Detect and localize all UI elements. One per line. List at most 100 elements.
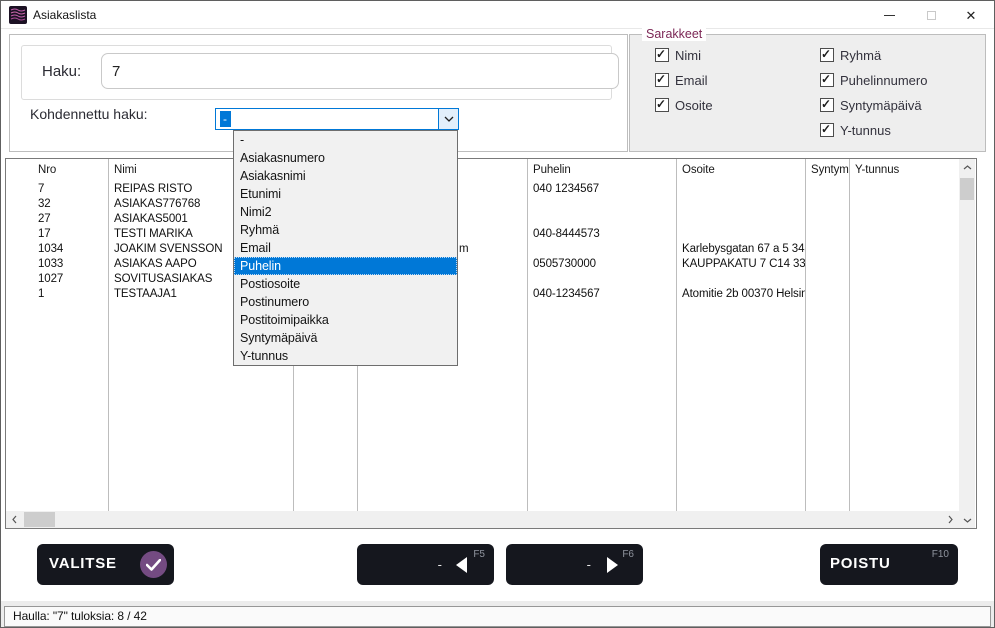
checkbox-y-tunnus[interactable]: ✓ (820, 123, 834, 137)
combobox-dropdown-button[interactable] (438, 109, 458, 129)
checkmark-icon: ✓ (821, 122, 831, 136)
scroll-up-icon[interactable] (959, 159, 975, 175)
vertical-scrollbar[interactable] (959, 159, 975, 528)
checkmark-icon: ✓ (656, 72, 666, 86)
dropdown-option[interactable]: Puhelin (234, 257, 457, 275)
targeted-search-combobox[interactable]: - (215, 108, 459, 130)
titlebar: Asiakaslista ✕ (1, 1, 994, 29)
cell-puhelin: 0505730000 (527, 257, 676, 272)
next-record-button[interactable]: - F6 (506, 544, 643, 585)
column-header[interactable]: Syntym (805, 159, 849, 182)
cell-osoite (676, 212, 805, 227)
scroll-down-icon[interactable] (959, 512, 975, 528)
app-window: Asiakaslista ✕ Haku: Kohdennettu haku: -… (0, 0, 995, 628)
close-button[interactable]: ✕ (956, 1, 986, 29)
scroll-right-icon[interactable] (942, 511, 958, 527)
search-input[interactable] (101, 53, 619, 89)
cell-nro: 32 (6, 197, 108, 212)
checkbox-puhelinnumero[interactable]: ✓ (820, 73, 834, 87)
minimize-button[interactable] (874, 1, 904, 29)
dropdown-option[interactable]: Postitoimipaikka (234, 311, 457, 329)
window-title: Asiakaslista (33, 8, 96, 22)
search-label: Haku: (42, 63, 81, 80)
column-divider (108, 159, 109, 511)
cell-syntym (805, 212, 849, 227)
table-row[interactable]: 1027SOVITUSASIAKAS (6, 272, 976, 287)
cell-nro: 27 (6, 212, 108, 227)
checkbox-label: Ryhmä (840, 48, 881, 63)
columns-panel: Sarakkeet ✓Nimi✓Email✓Osoite✓Ryhmä✓Puhel… (629, 34, 986, 152)
status-box: Haulla: "7" tuloksia: 8 / 42 (4, 606, 991, 627)
cell-osoite: Atomitie 2b 00370 Helsin (676, 287, 805, 302)
vertical-scrollbar-thumb[interactable] (960, 178, 974, 200)
column-divider (676, 159, 677, 511)
column-header[interactable]: Osoite (676, 159, 805, 182)
columns-panel-title: Sarakkeet (642, 27, 706, 41)
checkbox-syntymäpäivä[interactable]: ✓ (820, 98, 834, 112)
table-row[interactable]: 1TESTAAJA1040-1234567Atomitie 2b 00370 H… (6, 287, 976, 302)
cell-ytunnus (849, 242, 959, 257)
table-row[interactable]: 27ASIAKAS5001 (6, 212, 976, 227)
cell-syntym (805, 197, 849, 212)
horizontal-scrollbar-thumb[interactable] (24, 512, 55, 527)
checkmark-icon: ✓ (821, 72, 831, 86)
cell-osoite (676, 272, 805, 287)
column-header[interactable]: Y-tunnus (849, 159, 959, 182)
previous-record-label: - (438, 557, 442, 572)
combobox-selected-value: - (220, 111, 231, 127)
checkbox-label: Nimi (675, 48, 701, 63)
dropdown-option[interactable]: Postiosoite (234, 275, 457, 293)
previous-record-button[interactable]: - F5 (357, 544, 494, 585)
poistu-button[interactable]: POISTU F10 (820, 544, 958, 585)
footer-button-panel: VALITSE - F5 - F6 POISTU F10 (1, 529, 995, 601)
cell-ytunnus (849, 257, 959, 272)
checkbox-osoite[interactable]: ✓ (655, 98, 669, 112)
cell-puhelin: 040 1234567 (527, 182, 676, 197)
checkbox-email[interactable]: ✓ (655, 73, 669, 87)
checkbox-label: Osoite (675, 98, 713, 113)
column-divider (527, 159, 528, 511)
cell-osoite (676, 182, 805, 197)
valitse-button[interactable]: VALITSE (37, 544, 174, 585)
dropdown-option[interactable]: Asiakasnumero (234, 149, 457, 167)
column-divider (805, 159, 806, 511)
customer-table: NroNimiPuhelinOsoiteSyntymY-tunnus 7REIP… (5, 158, 977, 529)
status-text: Haulla: "7" tuloksia: 8 / 42 (13, 609, 147, 623)
column-header[interactable]: Nro (6, 159, 108, 182)
cell-ytunnus (849, 272, 959, 287)
status-bar: Haulla: "7" tuloksia: 8 / 42 (1, 601, 995, 628)
minimize-icon (884, 15, 895, 16)
table-row[interactable]: 32ASIAKAS776768 (6, 197, 976, 212)
table-header-row: NroNimiPuhelinOsoiteSyntymY-tunnus (6, 159, 976, 182)
checkmark-icon: ✓ (656, 47, 666, 61)
f5-key-hint: F5 (473, 549, 485, 560)
maximize-button[interactable] (916, 1, 946, 29)
dropdown-option[interactable]: Asiakasnimi (234, 167, 457, 185)
table-row[interactable]: 7REIPAS RISTO040 1234567 (6, 182, 976, 197)
cell-nro: 1 (6, 287, 108, 302)
cell-puhelin (527, 272, 676, 287)
table-row[interactable]: 1034JOAKIM SVENSSONmKarlebysgatan 67 a 5… (6, 242, 976, 257)
cell-puhelin (527, 197, 676, 212)
column-header[interactable]: Puhelin (527, 159, 676, 182)
scroll-left-icon[interactable] (6, 511, 22, 527)
cell-puhelin (527, 212, 676, 227)
checkbox-nimi[interactable]: ✓ (655, 48, 669, 62)
cell-syntym (805, 182, 849, 197)
dropdown-option[interactable]: Postinumero (234, 293, 457, 311)
dropdown-option[interactable]: Y-tunnus (234, 347, 457, 365)
dropdown-option[interactable]: Etunimi (234, 185, 457, 203)
checkbox-ryhmä[interactable]: ✓ (820, 48, 834, 62)
checkbox-label: Puhelinnumero (840, 73, 927, 88)
table-row[interactable]: 1033ASIAKAS AAPO0505730000KAUPPAKATU 7 C… (6, 257, 976, 272)
table-row[interactable]: 17TESTI MARIKA040-8444573 (6, 227, 976, 242)
dropdown-option[interactable]: Ryhmä (234, 221, 457, 239)
dropdown-option[interactable]: - (234, 131, 457, 149)
cell-puhelin (527, 242, 676, 257)
dropdown-option[interactable]: Email (234, 239, 457, 257)
cell-nro: 1034 (6, 242, 108, 257)
dropdown-option[interactable]: Syntymäpäivä (234, 329, 457, 347)
horizontal-scrollbar[interactable] (6, 511, 959, 528)
dropdown-option[interactable]: Nimi2 (234, 203, 457, 221)
checkbox-label: Y-tunnus (840, 123, 891, 138)
